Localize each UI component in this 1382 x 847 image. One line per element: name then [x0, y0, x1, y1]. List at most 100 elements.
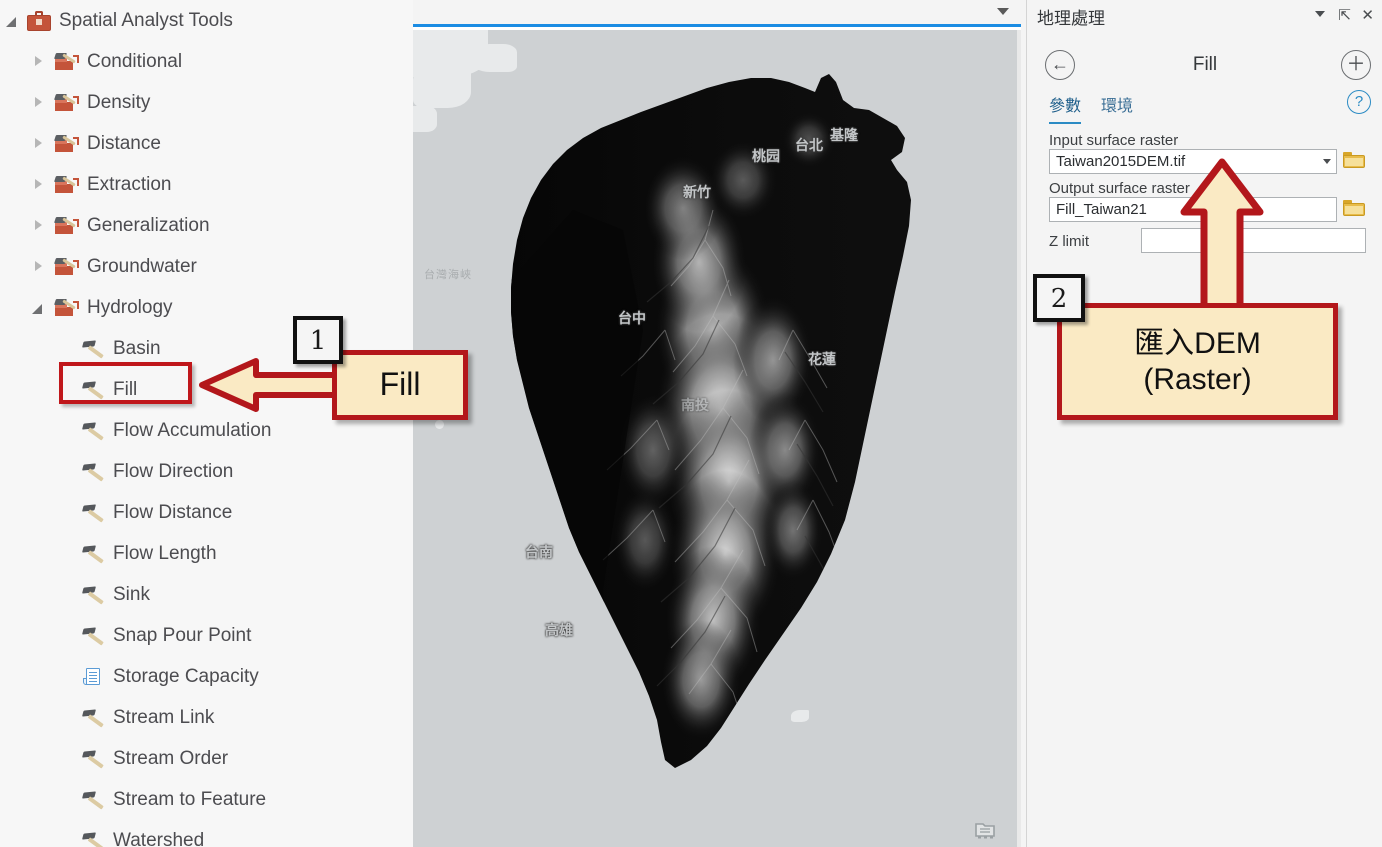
- expander-icon[interactable]: [32, 137, 45, 150]
- expander-icon[interactable]: [62, 629, 75, 642]
- tree-item-density[interactable]: Density: [0, 82, 413, 123]
- close-icon[interactable]: ✕: [1361, 8, 1374, 23]
- city-label-taichung: 台中: [618, 311, 646, 327]
- folder-icon[interactable]: [1343, 200, 1365, 217]
- step-badge-1: 1: [293, 316, 343, 364]
- tree-item-hydrology[interactable]: Hydrology: [0, 287, 413, 328]
- chevron-down-icon[interactable]: [997, 8, 1009, 15]
- tree-item-label: Stream to Feature: [113, 788, 267, 810]
- expander-icon[interactable]: [62, 547, 75, 560]
- expander-icon[interactable]: [62, 588, 75, 601]
- tool-header: ← Fill ＋: [1027, 44, 1382, 86]
- hammer-icon: [82, 544, 105, 564]
- map-canvas[interactable]: 台灣海峽 基隆 台北 桃园 新竹 台中 花蓮 南投 台南 高雄: [413, 30, 1017, 847]
- tree-item-storage-capacity[interactable]: Storage Capacity: [0, 656, 413, 697]
- expander-icon[interactable]: [62, 711, 75, 724]
- tree-item-sink[interactable]: Sink: [0, 574, 413, 615]
- tree-item-flow-length[interactable]: Flow Length: [0, 533, 413, 574]
- step-badge-2: 2: [1033, 274, 1085, 322]
- map-scrollbar[interactable]: [1017, 30, 1021, 847]
- tree-item-watershed[interactable]: Watershed: [0, 820, 413, 847]
- map-view-header: [413, 0, 1021, 27]
- hammer-icon: [82, 790, 105, 810]
- tree-item-conditional[interactable]: Conditional: [0, 41, 413, 82]
- geoprocessing-panel: 地理處理 ⇱ ✕ ← Fill ＋ 參數 環境 ? Input surface …: [1026, 0, 1382, 847]
- hammer-icon: [82, 503, 105, 523]
- tree-item-label: Generalization: [87, 214, 210, 236]
- output-surface-raster-label: Output surface raster: [1049, 180, 1190, 197]
- tree-item-label: Flow Accumulation: [113, 419, 272, 441]
- toolset-icon: [53, 52, 79, 72]
- tree-item-stream-order[interactable]: Stream Order: [0, 738, 413, 779]
- city-label-jilong: 基隆: [830, 128, 858, 144]
- expander-icon[interactable]: [32, 96, 45, 109]
- tab-parameters[interactable]: 參數: [1049, 92, 1082, 124]
- expander-icon[interactable]: [6, 14, 19, 27]
- tree-item-extraction[interactable]: Extraction: [0, 164, 413, 205]
- toolset-icon: [53, 298, 79, 318]
- input-surface-raster-label: Input surface raster: [1049, 132, 1179, 149]
- expander-icon[interactable]: [62, 465, 75, 478]
- z-limit-label: Z limit: [1049, 233, 1089, 250]
- hammer-icon: [82, 585, 105, 605]
- expander-icon[interactable]: [62, 342, 75, 355]
- map-legend-icon[interactable]: [973, 819, 997, 839]
- tree-item-distance[interactable]: Distance: [0, 123, 413, 164]
- geoprocessing-titlebar: 地理處理 ⇱ ✕: [1027, 0, 1382, 30]
- tree-item-label: Storage Capacity: [113, 665, 259, 687]
- tree-item-label: Stream Link: [113, 706, 215, 728]
- callout-step-2: 匯入DEM (Raster): [1057, 303, 1338, 420]
- toolset-icon: [53, 93, 79, 113]
- expander-icon[interactable]: [62, 670, 75, 683]
- expander-icon[interactable]: [32, 55, 45, 68]
- expander-icon[interactable]: [62, 424, 75, 437]
- toolbox-tree-panel[interactable]: Spatial Analyst Tools Conditional Density D…: [0, 0, 413, 847]
- tree-item-snap-pour-point[interactable]: Snap Pour Point: [0, 615, 413, 656]
- tool-title: Fill: [1192, 54, 1218, 75]
- toolset-icon: [53, 257, 79, 277]
- tree-item-label: Snap Pour Point: [113, 624, 252, 646]
- folder-icon[interactable]: [1343, 152, 1365, 169]
- expander-icon[interactable]: [62, 793, 75, 806]
- city-label-hsinchu: 新竹: [683, 185, 711, 201]
- expander-icon[interactable]: [32, 178, 45, 191]
- chevron-down-icon[interactable]: [1323, 159, 1331, 164]
- tab-environments[interactable]: 環境: [1101, 92, 1133, 122]
- map-view[interactable]: 台灣海峽 基隆 台北 桃园 新竹 台中 花蓮 南投 台南 高雄: [413, 0, 1021, 847]
- tree-item-label: Groundwater: [87, 255, 197, 277]
- tree-item-label: Density: [87, 91, 151, 113]
- tree-item-label: Flow Distance: [113, 501, 233, 523]
- expander-icon[interactable]: [62, 752, 75, 765]
- expander-icon[interactable]: [62, 834, 75, 847]
- tree-item-label: Spatial Analyst Tools: [59, 9, 233, 31]
- help-icon[interactable]: ?: [1347, 90, 1371, 114]
- tree-item-label: Basin: [113, 337, 161, 359]
- tree-item-flow-direction[interactable]: Flow Direction: [0, 451, 413, 492]
- tree-item-spatial-analyst-tools[interactable]: Spatial Analyst Tools: [0, 0, 413, 41]
- toolset-icon: [53, 175, 79, 195]
- tree-item-flow-distance[interactable]: Flow Distance: [0, 492, 413, 533]
- tree-item-generalization[interactable]: Generalization: [0, 205, 413, 246]
- hammer-icon: [82, 421, 105, 441]
- hammer-icon: [82, 339, 105, 359]
- expander-icon[interactable]: [62, 506, 75, 519]
- hammer-icon: [82, 462, 105, 482]
- city-label-tainan: 台南: [525, 545, 553, 561]
- arrow-up-icon: [1180, 158, 1264, 314]
- tree-item-groundwater[interactable]: Groundwater: [0, 246, 413, 287]
- city-label-nantou: 南投: [681, 398, 709, 414]
- expander-icon[interactable]: [32, 260, 45, 273]
- expander-icon[interactable]: [32, 219, 45, 232]
- city-label-kaohsiung: 高雄: [545, 623, 573, 639]
- panel-title: 地理處理: [1037, 9, 1105, 29]
- city-label-hualien: 花蓮: [808, 352, 836, 368]
- expander-icon[interactable]: [32, 301, 45, 314]
- tree-item-stream-link[interactable]: Stream Link: [0, 697, 413, 738]
- tree-item-stream-to-feature[interactable]: Stream to Feature: [0, 779, 413, 820]
- tree-item-label: Extraction: [87, 173, 172, 195]
- add-icon[interactable]: ＋: [1341, 50, 1371, 80]
- hammer-icon: [82, 749, 105, 769]
- script-icon: [83, 667, 105, 687]
- chevron-down-icon[interactable]: [1315, 11, 1325, 17]
- pin-icon[interactable]: ⇱: [1338, 8, 1351, 23]
